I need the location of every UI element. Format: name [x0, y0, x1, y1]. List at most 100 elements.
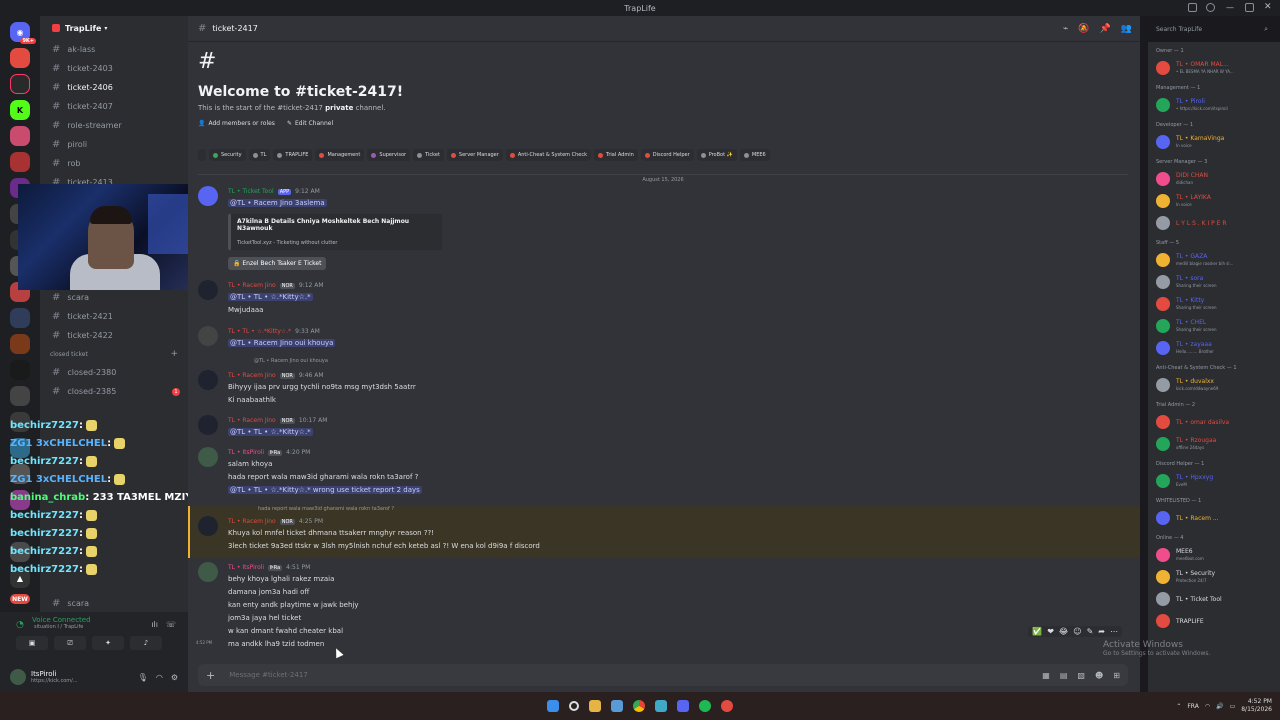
- channel-item[interactable]: # role-streamer: [40, 116, 188, 135]
- member-item[interactable]: TL • Racem ...: [1156, 507, 1280, 529]
- member-item[interactable]: TRAPLIFE: [1156, 610, 1280, 632]
- author-name[interactable]: TL • Racem Jino: [228, 518, 276, 525]
- channel-scara[interactable]: # scara: [40, 594, 188, 613]
- volume-icon[interactable]: 🔊: [1216, 703, 1223, 710]
- add-members-button[interactable]: 👤 Add members or roles: [198, 120, 275, 127]
- server-icon[interactable]: [10, 74, 30, 94]
- inbox-icon[interactable]: [1188, 3, 1197, 12]
- member-item[interactable]: TL • KamaVinga In voice: [1156, 131, 1280, 153]
- category-closed-ticket[interactable]: closed ticket +: [40, 345, 188, 363]
- role-chip[interactable]: ProBot ✨: [696, 149, 737, 161]
- server-icon[interactable]: [10, 386, 30, 406]
- search-input[interactable]: Search TrapLife ⌕: [1148, 21, 1274, 37]
- reply-preview[interactable]: @TL • Racem Jino oui khouya: [254, 358, 328, 368]
- avatar[interactable]: [198, 415, 218, 435]
- role-chip[interactable]: Trial Admin: [594, 149, 638, 161]
- heart-reaction-icon[interactable]: ❤: [1047, 627, 1054, 636]
- avatar[interactable]: [198, 562, 218, 582]
- edit-channel-button[interactable]: ✎ Edit Channel: [287, 120, 333, 127]
- channel-item[interactable]: # scara: [40, 288, 188, 307]
- author-name[interactable]: TL • ItsPiroli: [228, 449, 264, 456]
- role-chip[interactable]: Supervisor: [367, 149, 411, 161]
- language-indicator[interactable]: FRA: [1187, 703, 1198, 710]
- user-avatar[interactable]: [10, 669, 26, 685]
- role-chip[interactable]: Discord Helper: [640, 149, 694, 161]
- member-item[interactable]: TL • Hpxxyg EveM: [1156, 470, 1280, 492]
- member-item[interactable]: TL • zayaaa Hello......... Brother: [1156, 337, 1280, 359]
- headphones-icon[interactable]: ◠: [156, 673, 163, 682]
- store-icon[interactable]: [611, 700, 623, 712]
- attach-plus-icon[interactable]: +: [206, 669, 215, 682]
- channel-item[interactable]: # ticket-2422: [40, 326, 188, 345]
- server-icon[interactable]: [10, 152, 30, 172]
- microphone-icon[interactable]: 🎙: [138, 673, 148, 682]
- member-list-icon[interactable]: 👥: [1121, 24, 1132, 34]
- add-channel-icon[interactable]: +: [170, 349, 178, 359]
- maximize-icon[interactable]: [1245, 3, 1254, 12]
- message-composer[interactable]: + Message #ticket-2417 ▦ ▤ ▧ ☻ ⊞: [198, 664, 1128, 686]
- member-item[interactable]: TL • omar dasilva: [1156, 411, 1280, 433]
- role-chip[interactable]: TL: [248, 149, 271, 161]
- avatar[interactable]: [198, 516, 218, 536]
- windows-start-icon[interactable]: [547, 700, 559, 712]
- channel-item[interactable]: # ticket-2403: [40, 59, 188, 78]
- member-item[interactable]: TL • LAYIKA In voice: [1156, 190, 1280, 212]
- member-item[interactable]: TL • GAZA medlil blagie rassker bih sl...: [1156, 249, 1280, 271]
- mention-text[interactable]: @TL • TL • ☆.*Kitty☆.*: [228, 428, 313, 436]
- member-item[interactable]: TL • Rzougaa offline 24days: [1156, 433, 1280, 455]
- author-name[interactable]: TL • Racem Jino: [228, 417, 276, 424]
- member-item[interactable]: DIDI CHAN didichan: [1156, 168, 1280, 190]
- server-icon[interactable]: [10, 126, 30, 146]
- laugh-reaction-icon[interactable]: 😂: [1059, 627, 1068, 636]
- sticker-icon[interactable]: ▧: [1077, 671, 1085, 680]
- chrome-icon[interactable]: [633, 700, 645, 712]
- mention-text[interactable]: @TL • TL • ☆.*Kitty☆.*: [228, 293, 313, 301]
- server-icon[interactable]: [10, 360, 30, 380]
- camera-button[interactable]: ▣: [16, 636, 48, 650]
- emoji-icon[interactable]: ☻: [1095, 671, 1103, 680]
- battery-icon[interactable]: ▭: [1230, 703, 1236, 710]
- clock[interactable]: 4:52 PM 8/15/2026: [1241, 698, 1272, 714]
- disconnect-icon[interactable]: ☏: [166, 620, 176, 629]
- gif-icon[interactable]: ▤: [1060, 671, 1068, 680]
- role-chip[interactable]: Server Manager: [446, 149, 503, 161]
- screen-share-button[interactable]: ⎚: [54, 636, 86, 650]
- channel-item[interactable]: # ak-lass: [40, 40, 188, 59]
- more-icon[interactable]: ⋯: [1110, 627, 1118, 636]
- avatar[interactable]: [198, 370, 218, 390]
- member-item[interactable]: TL • sora Sharing their screen: [1156, 271, 1280, 293]
- avatar[interactable]: [198, 280, 218, 300]
- channel-item[interactable]: # ticket-2406: [40, 78, 188, 97]
- server-icon[interactable]: [10, 308, 30, 328]
- role-chip[interactable]: Anti-Cheat & System Check: [505, 149, 592, 161]
- author-name[interactable]: TL • TL • ☆.*Kitty☆.*: [228, 328, 291, 335]
- mention-text[interactable]: @TL • Racem Jino oui khouya: [228, 339, 336, 347]
- member-item[interactable]: L Y L S . K I P E R: [1156, 212, 1280, 234]
- wifi-icon[interactable]: ◠: [1205, 703, 1210, 710]
- role-chip[interactable]: Security: [209, 149, 246, 161]
- spotify-icon[interactable]: [699, 700, 711, 712]
- edit-icon[interactable]: ✎: [1087, 627, 1094, 636]
- soundboard-button[interactable]: ♪: [130, 636, 162, 650]
- kick-server-icon[interactable]: K: [10, 100, 30, 120]
- server-icon[interactable]: [10, 334, 30, 354]
- discord-icon[interactable]: [677, 700, 689, 712]
- channel-item[interactable]: # closed-2385 1: [40, 382, 188, 401]
- edge-icon[interactable]: [655, 700, 667, 712]
- role-chip[interactable]: Management: [315, 149, 365, 161]
- close-ticket-button[interactable]: 🔒 Enzel Bech Tsaker E Ticket: [228, 257, 327, 270]
- mention-text[interactable]: @TL • Racem Jino 3aslema: [228, 199, 327, 207]
- role-chip[interactable]: TRAPLIFE: [273, 149, 313, 161]
- noise-suppression-icon[interactable]: ılı: [151, 620, 158, 629]
- mention-text[interactable]: @TL • TL • ☆.*Kitty☆.* wrong use ticket …: [228, 486, 422, 494]
- channel-item[interactable]: # closed-2380: [40, 363, 188, 382]
- gift-icon[interactable]: ▦: [1042, 671, 1050, 680]
- chevron-up-icon[interactable]: ⌃: [1176, 703, 1181, 710]
- member-item[interactable]: TL • Kitty Sharing their screen: [1156, 293, 1280, 315]
- threads-icon[interactable]: ⌁: [1063, 24, 1068, 34]
- author-name[interactable]: TL • Racem Jino: [228, 372, 276, 379]
- avatar[interactable]: [198, 447, 218, 467]
- avatar[interactable]: [198, 326, 218, 346]
- search-icon[interactable]: [569, 701, 579, 711]
- role-chip[interactable]: Ticket: [413, 149, 444, 161]
